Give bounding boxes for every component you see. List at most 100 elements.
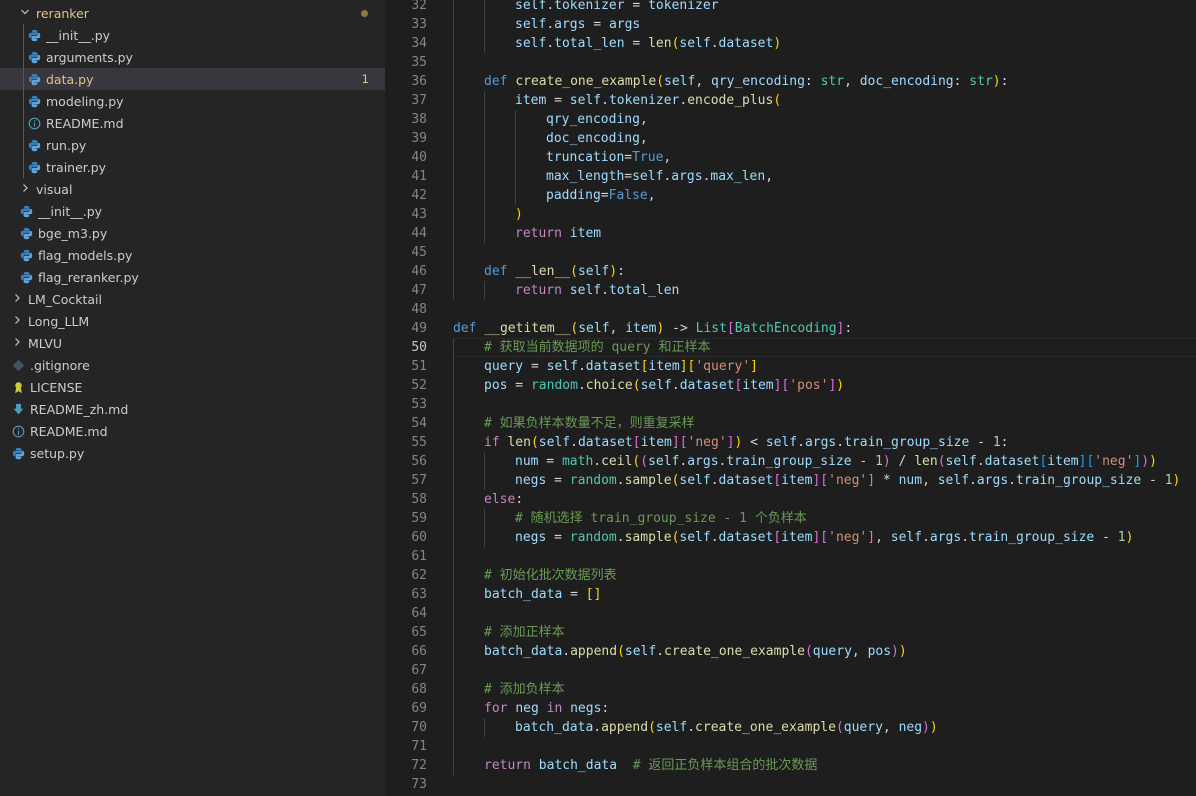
code-line[interactable]: 37 item = self.tokenizer.encode_plus( [385,91,1196,110]
explorer-item-arguments-py[interactable]: arguments.py [0,46,385,68]
explorer-item-data-py[interactable]: data.py 1 [0,68,385,90]
code-token: self [515,0,547,13]
code-line[interactable]: 49 def __getitem__(self, item) -> List[Ba… [385,319,1196,338]
code-line[interactable]: 71 [385,737,1196,756]
explorer-item-bge-m3-py[interactable]: bge_m3.py [0,222,385,244]
code-token: . [969,473,977,488]
code-line[interactable]: 55 if len(self.dataset[item]['neg']) < se… [385,433,1196,452]
chevron-right-icon[interactable] [10,337,24,350]
code-token: . [1008,473,1016,488]
code-token: item [648,359,680,374]
code-line[interactable]: 51 query = self.dataset[item]['query'] [385,357,1196,376]
line-number: 53 [411,397,427,412]
code-token: padding [546,188,601,203]
explorer-item-trainer-py[interactable]: trainer.py [0,156,385,178]
code-token: args [671,169,703,184]
modified-dot-icon [361,10,368,17]
code-line[interactable]: 70 batch_data.append(self.create_one_exam… [385,718,1196,737]
code-line[interactable]: 46 def __len__(self): [385,262,1196,281]
explorer-item-readme-md[interactable]: README.md [0,112,385,134]
explorer-item-mlvu[interactable]: MLVU [0,332,385,354]
code-line[interactable]: 68 # 添加负样本 [385,680,1196,699]
code-line[interactable]: 59 # 随机选择 train_group_size - 1 个负样本 [385,509,1196,528]
explorer-item-lm-cocktail[interactable]: LM_Cocktail [0,288,385,310]
tree-indent-guide [23,24,24,178]
code-line[interactable]: 54 # 如果负样本数量不足，则重复采样 [385,414,1196,433]
code-line[interactable]: 62 # 初始化批次数据列表 [385,566,1196,585]
explorer-item-visual[interactable]: visual [0,178,385,200]
indent-guide [484,509,485,547]
explorer-item-readme-zh-md[interactable]: README_zh.md [0,398,385,420]
code-line[interactable]: 44 return item [385,224,1196,243]
code-line[interactable]: 36 def create_one_example(self, qry_encod… [385,72,1196,91]
code-token: = [600,188,609,203]
explorer-item-license[interactable]: LICENSE [0,376,385,398]
chevron-right-icon[interactable] [10,293,24,306]
code-token: self [945,454,977,469]
code-line[interactable]: 57 negs = random.sample(self.dataset[item… [385,471,1196,490]
code-token: : [844,321,853,336]
code-line[interactable]: 63 batch_data = [] [385,585,1196,604]
code-line[interactable]: 32 self.tokenizer = tokenizer [385,0,1196,15]
explorer-item-reranker[interactable]: reranker [0,2,385,24]
explorer-item-init-py[interactable]: __init__.py [0,200,385,222]
code-line[interactable]: 41 max_length=self.args.max_len, [385,167,1196,186]
code-line[interactable]: 69 for neg in negs: [385,699,1196,718]
code-line[interactable]: 72 return batch_data # 返回正负样本组合的批次数据 [385,756,1196,775]
code-line[interactable]: 38 qry_encoding, [385,110,1196,129]
explorer-item-modeling-py[interactable]: modeling.py [0,90,385,112]
code-line[interactable]: 34 self.total_len = len(self.dataset) [385,34,1196,53]
code-line[interactable]: 67 [385,661,1196,680]
code-line[interactable]: 58 else: [385,490,1196,509]
code-editor[interactable]: 32 self.tokenizer = tokenizer 33 self.args … [385,0,1196,796]
code-token: math [561,454,594,469]
code-token: ( [648,720,656,735]
code-token: dataset [718,473,774,488]
explorer-item-flag-models-py[interactable]: flag_models.py [0,244,385,266]
chevron-right-icon[interactable] [18,183,32,196]
explorer-item-setup-py[interactable]: setup.py [0,442,385,464]
code-line[interactable]: 40 truncation=True, [385,148,1196,167]
indent-guide [484,452,485,490]
explorer-item-label: flag_reranker.py [38,269,139,285]
code-line[interactable]: 48 [385,300,1196,319]
code-token: self [679,530,711,545]
code-text: self.tokenizer = tokenizer [515,0,719,15]
code-token: 'query' [695,359,751,374]
explorer-item-label: __init__.py [38,203,103,219]
code-line[interactable]: 45 [385,243,1196,262]
code-line[interactable]: 60 negs = random.sample(self.dataset[item… [385,528,1196,547]
code-line[interactable]: 64 [385,604,1196,623]
code-line[interactable]: 66 batch_data.append(self.create_one_exam… [385,642,1196,661]
code-token: item [1047,454,1079,469]
code-line[interactable]: 43) [385,205,1196,224]
indent-guide [453,338,454,775]
explorer-item-run-py[interactable]: run.py [0,134,385,156]
code-line[interactable]: 53 [385,395,1196,414]
code-line[interactable]: 33 self.args = args [385,15,1196,34]
code-line[interactable]: 65 # 添加正样本 [385,623,1196,642]
chevron-right-icon[interactable] [10,315,24,328]
python-icon [18,225,34,241]
code-token: random [569,530,617,545]
python-icon [26,93,42,109]
code-line[interactable]: 50 # 获取当前数据项的 query 和正样本 [385,338,1196,357]
explorer-item-gitignore[interactable]: .gitignore [0,354,385,376]
code-line[interactable]: 52 pos = random.choice(self.dataset[item]… [385,376,1196,395]
code-line[interactable]: 42 padding=False, [385,186,1196,205]
code-line[interactable]: 39 doc_encoding, [385,129,1196,148]
code-line[interactable]: 47 return self.total_len [385,281,1196,300]
code-token: = [546,473,570,488]
explorer-item-init-py[interactable]: __init__.py [0,24,385,46]
explorer-item-flag-reranker-py[interactable]: flag_reranker.py [0,266,385,288]
explorer-item-readme-md[interactable]: README.md [0,420,385,442]
chevron-down-icon[interactable] [18,7,32,20]
explorer-item-long-llm[interactable]: Long_LLM [0,310,385,332]
code-line[interactable]: 73 [385,775,1196,794]
line-number: 43 [411,207,427,222]
code-line[interactable]: 35 [385,53,1196,72]
code-line[interactable]: 56 num = math.ceil((self.args.train_group… [385,452,1196,471]
code-token: max_length [546,169,625,184]
code-line[interactable]: 61 [385,547,1196,566]
code-token: . [710,473,719,488]
